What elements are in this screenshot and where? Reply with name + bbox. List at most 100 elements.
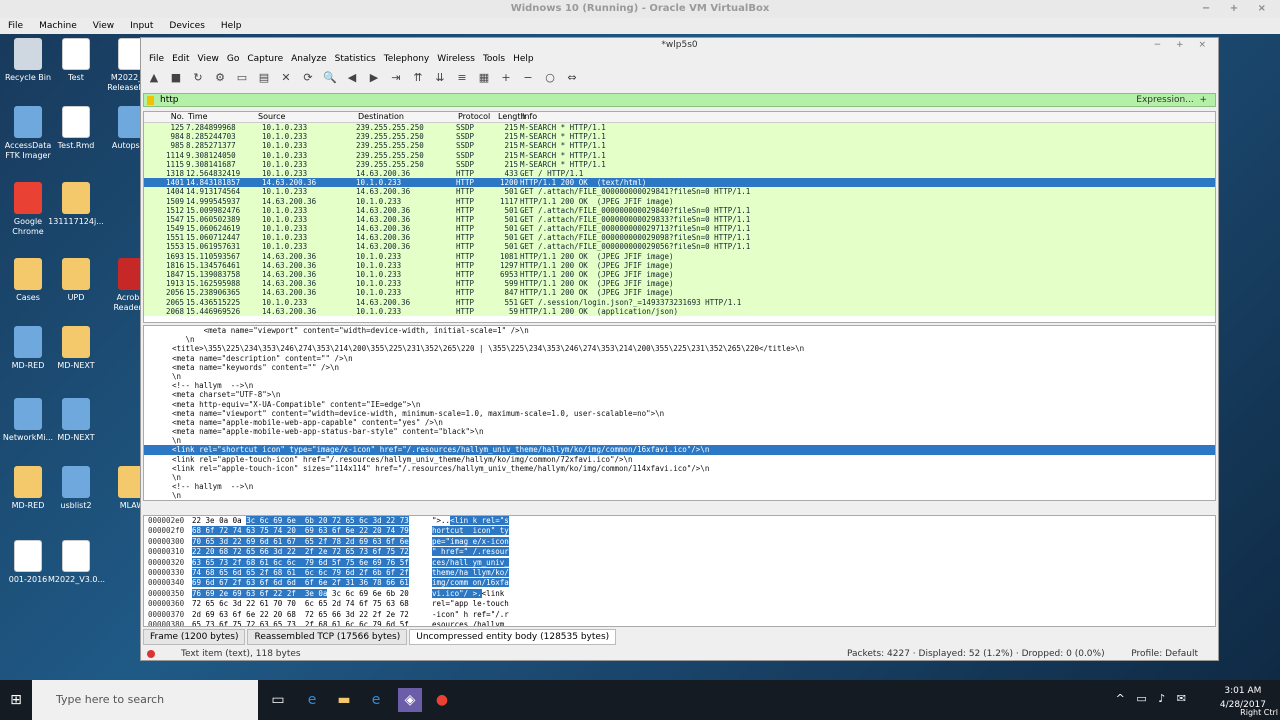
packet-row[interactable]: 1551 15.060712447 10.1.0.233 14.63.200.36 HT… xyxy=(144,233,1215,243)
detail-line[interactable]: <title>\355\225\234\353\246\274\353\214\… xyxy=(144,344,1215,353)
packet-row[interactable]: 984 8.285244703 10.1.0.233 239.255.255.250 S… xyxy=(144,132,1215,142)
detail-line[interactable]: \n xyxy=(144,372,1215,381)
expert-info-icon[interactable] xyxy=(147,650,155,658)
column-header[interactable]: Protocol xyxy=(456,112,496,122)
ws-menu-item[interactable]: Help xyxy=(509,54,538,64)
packet-row[interactable]: 1512 15.009982476 10.1.0.233 14.63.200.36 HT… xyxy=(144,205,1215,215)
display-filter-bar[interactable]: http Expression... + xyxy=(143,93,1216,107)
desktop-icon[interactable]: Test.Rmd xyxy=(48,106,104,151)
bytes-tab[interactable]: Frame (1200 bytes) xyxy=(143,629,246,645)
desktop-icon[interactable]: usblist2 xyxy=(48,466,104,511)
file-explorer-icon[interactable]: ▬ xyxy=(332,688,356,712)
hex-row[interactable]: 00000330 74 68 65 6d 65 2f 68 61 6c 6c 79… xyxy=(144,567,1215,578)
vbox-menu-item[interactable]: Input xyxy=(122,21,161,31)
forward-icon[interactable]: ▶ xyxy=(365,68,383,86)
hex-row[interactable]: 00000340 69 6d 67 2f 63 6f 6d 6d 6f 6e 2f… xyxy=(144,578,1215,588)
autoscroll-icon[interactable]: ≡ xyxy=(453,68,471,86)
ws-window-controls[interactable]: − + × xyxy=(1154,38,1212,52)
bookmark-icon[interactable] xyxy=(147,96,154,105)
desktop-icon[interactable]: Test xyxy=(48,38,104,83)
edge-icon[interactable]: e xyxy=(300,688,324,712)
colorize-icon[interactable]: ▦ xyxy=(475,68,493,86)
zoom-in-icon[interactable]: + xyxy=(497,68,515,86)
bytes-tab[interactable]: Uncompressed entity body (128535 bytes) xyxy=(409,629,617,645)
ws-menu-item[interactable]: Go xyxy=(223,54,243,64)
packet-row[interactable]: 1816 15.134576461 14.63.200.36 10.1.0.233 HT… xyxy=(144,260,1215,270)
ws-menu-item[interactable]: Telephony xyxy=(380,54,434,64)
detail-line[interactable]: <meta name="description" content="" />\n xyxy=(144,354,1215,363)
ws-menu-item[interactable]: File xyxy=(145,54,168,64)
column-header[interactable]: Destination xyxy=(356,112,456,122)
packet-row[interactable]: 985 8.285271377 10.1.0.233 239.255.255.250 S… xyxy=(144,141,1215,151)
packet-row[interactable]: 1115 9.308141687 10.1.0.233 239.255.255.250… xyxy=(144,159,1215,169)
detail-line[interactable]: <!-- hallym -->\n xyxy=(144,381,1215,390)
detail-line[interactable]: \n xyxy=(144,335,1215,344)
hex-row[interactable]: 000002e0 22 3e 0a 0a 3c 6c 69 6e 6b 20 72… xyxy=(144,516,1215,526)
detail-line[interactable]: <meta name="apple-mobile-web-app-capable… xyxy=(144,418,1215,427)
task-view-icon[interactable]: ▭ xyxy=(266,688,290,712)
packet-row[interactable]: 1549 15.060624619 10.1.0.233 14.63.200.36 HT… xyxy=(144,224,1215,234)
detail-line[interactable]: \n xyxy=(144,436,1215,445)
hex-row[interactable]: 00000360 72 65 6c 3d 22 61 70 70 6c 65 2d… xyxy=(144,599,1215,609)
vbox-menu-item[interactable]: View xyxy=(85,21,122,31)
detail-line[interactable]: <meta name="viewport" content="width=dev… xyxy=(144,326,1215,335)
packet-row[interactable]: 1401 14.843181857 14.63.200.36 10.1.0.233 HT… xyxy=(144,178,1215,188)
first-icon[interactable]: ⇈ xyxy=(409,68,427,86)
packet-row[interactable]: 2065 15.436515225 10.1.0.233 14.63.200.36 HT… xyxy=(144,297,1215,307)
bytes-tab[interactable]: Reassembled TCP (17566 bytes) xyxy=(247,629,408,645)
detail-line[interactable]: <meta name="apple-mobile-web-app-status-… xyxy=(144,427,1215,436)
desktop-icon[interactable]: M2022_V3.0... xyxy=(48,540,105,585)
zoom-normal-icon[interactable]: ○ xyxy=(541,68,559,86)
hex-row[interactable]: 00000300 70 65 3d 22 69 6d 61 67 65 2f 78… xyxy=(144,536,1215,547)
column-header[interactable]: No. xyxy=(144,112,186,122)
restart-icon[interactable]: ↻ xyxy=(189,68,207,86)
ie-icon[interactable]: e xyxy=(364,688,388,712)
packet-row[interactable]: 2056 15.238906365 14.63.200.36 10.1.0.233 HT… xyxy=(144,288,1215,298)
open-icon[interactable]: ▭ xyxy=(233,68,251,86)
packet-row[interactable]: 1318 12.564832419 10.1.0.233 14.63.200.36 HT… xyxy=(144,168,1215,179)
hex-row[interactable]: 00000380 65 73 6f 75 72 63 65 73 2f 68 61… xyxy=(144,620,1215,626)
hex-row[interactable]: 00000320 63 65 73 2f 68 61 6c 6c 79 6d 5f… xyxy=(144,557,1215,568)
vbox-menu-item[interactable]: Devices xyxy=(161,21,212,31)
zoom-out-icon[interactable]: − xyxy=(519,68,537,86)
column-header[interactable]: Length xyxy=(496,112,526,122)
desktop-icon[interactable]: UPD xyxy=(48,258,104,303)
packet-row[interactable]: 125 7.284899968 10.1.0.233 239.255.255.250 S… xyxy=(144,123,1215,133)
goto-icon[interactable]: ⇥ xyxy=(387,68,405,86)
hex-row[interactable]: 00000350 76 69 2e 69 63 6f 22 2f 3e 0a 3c… xyxy=(144,588,1215,599)
hex-row[interactable]: 000002f0 68 6f 72 74 63 75 74 20 69 63 6f… xyxy=(144,526,1215,536)
save-icon[interactable]: ▤ xyxy=(255,68,273,86)
hex-row[interactable]: 00000370 2d 69 63 6f 6e 22 20 68 72 65 66… xyxy=(144,610,1215,620)
vbox-window-controls[interactable]: − + × xyxy=(1202,0,1274,18)
ws-menu-item[interactable]: Edit xyxy=(168,54,193,64)
ws-menu-item[interactable]: Tools xyxy=(479,54,509,64)
packet-row[interactable]: 1547 15.060502389 10.1.0.233 14.63.200.36 HT… xyxy=(144,214,1215,225)
packet-row[interactable]: 1693 15.110593567 14.63.200.36 10.1.0.233 HT… xyxy=(144,251,1215,261)
shark-fin-icon[interactable]: ▲ xyxy=(145,68,163,86)
taskbar-search[interactable]: Type here to search xyxy=(32,680,258,720)
packet-row[interactable]: 2068 15.446969526 14.63.200.36 10.1.0.233 HT… xyxy=(144,306,1215,316)
detail-line[interactable]: <link rel="shortcut icon" type="image/x-… xyxy=(144,445,1215,455)
packet-row[interactable]: 1913 15.162595988 14.63.200.36 10.1.0.233 HT… xyxy=(144,279,1215,289)
detail-line[interactable]: <meta name="keywords" content="" />\n xyxy=(144,363,1215,372)
detail-line[interactable]: <meta http-equiv="X-UA-Compatible" conte… xyxy=(144,400,1215,409)
packet-row[interactable]: 1553 15.061957631 10.1.0.233 14.63.200.36 HT… xyxy=(144,242,1215,252)
desktop-icon[interactable]: 131117124j... xyxy=(48,182,104,227)
packet-row[interactable]: 1509 14.999545937 14.63.200.36 10.1.0.233 HT… xyxy=(144,196,1215,206)
detail-line[interactable]: \n xyxy=(144,491,1215,500)
detail-line[interactable]: \n xyxy=(144,473,1215,482)
wireshark-task-icon[interactable]: ◈ xyxy=(398,688,422,712)
system-tray[interactable]: ^ ▭ ♪ ✉ xyxy=(1116,692,1190,705)
detail-line[interactable]: <meta charset="UTF-8">\n xyxy=(144,390,1215,399)
ws-menu-item[interactable]: View xyxy=(194,54,223,64)
column-header[interactable]: Info xyxy=(520,112,1215,122)
desktop-icon[interactable]: MD-NEXT xyxy=(48,326,104,371)
last-icon[interactable]: ⇊ xyxy=(431,68,449,86)
resize-columns-icon[interactable]: ⇔ xyxy=(563,68,581,86)
expression-button[interactable]: Expression... + xyxy=(1136,94,1207,106)
status-profile[interactable]: Profile: Default xyxy=(1131,647,1198,661)
filter-input[interactable]: http xyxy=(160,94,178,106)
packet-row[interactable]: 1404 14.913174564 10.1.0.233 14.63.200.36 HT… xyxy=(144,187,1215,197)
ws-menu-item[interactable]: Capture xyxy=(243,54,287,64)
hex-row[interactable]: 00000310 22 20 68 72 65 66 3d 22 2f 2e 72… xyxy=(144,547,1215,557)
